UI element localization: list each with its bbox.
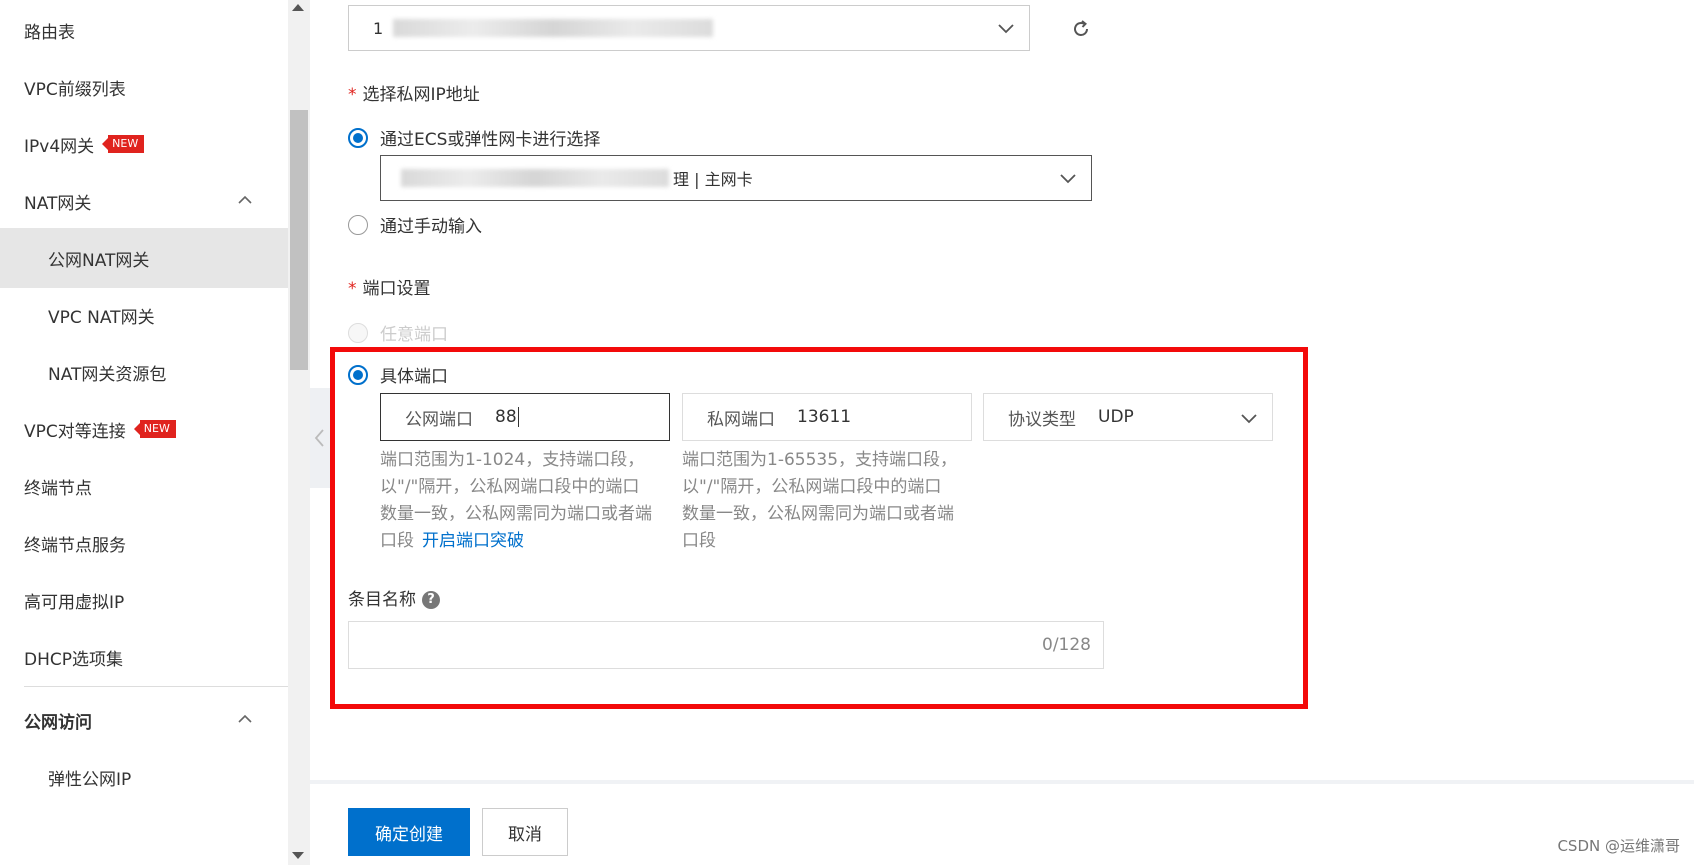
protocol-prefix: 协议类型 xyxy=(1008,409,1076,430)
sidebar-item-nat-gateway[interactable]: NAT网关 xyxy=(0,171,288,231)
port-breakthrough-link[interactable]: 开启端口突破 xyxy=(422,531,524,551)
sidebar-item-label: 终端节点服务 xyxy=(24,535,126,556)
redacted-text xyxy=(401,169,669,187)
sidebar-item-nat-resource-package[interactable]: NAT网关资源包 xyxy=(0,342,288,402)
sidebar-item-route-table[interactable]: 路由表 xyxy=(0,0,288,60)
sidebar-item-label: VPC前缀列表 xyxy=(24,79,126,100)
radio-dot[interactable] xyxy=(348,127,368,148)
radio-dot[interactable] xyxy=(348,214,368,235)
protocol-value: UDP xyxy=(1098,407,1134,427)
private-port-prefix: 私网端口 xyxy=(707,409,775,430)
sidebar-item-vpc-peering[interactable]: VPC对等连接 NEW xyxy=(0,399,288,459)
entry-name-label: 条目名称? xyxy=(348,585,440,610)
sidebar-item-label: VPC NAT网关 xyxy=(48,307,155,328)
sidebar-item-endpoint-service[interactable]: 终端节点服务 xyxy=(0,513,288,573)
sidebar-item-label: 高可用虚拟IP xyxy=(24,592,125,613)
chevron-down-icon xyxy=(1241,414,1257,424)
radio-ecs-select[interactable]: 通过ECS或弹性网卡进行选择 xyxy=(348,125,600,150)
sidebar-item-label: 路由表 xyxy=(24,22,75,43)
sidebar-item-dhcp-options[interactable]: DHCP选项集 xyxy=(0,627,288,687)
radio-dot[interactable] xyxy=(348,364,368,385)
sidebar-divider xyxy=(24,686,288,687)
sidebar-item-havip[interactable]: 高可用虚拟IP xyxy=(0,570,288,630)
sidebar-item-ipv4-gateway[interactable]: IPv4网关 NEW xyxy=(0,114,288,174)
sidebar-item-label: NAT网关 xyxy=(24,193,92,214)
top-select-value: 1 xyxy=(373,18,384,38)
sidebar-item-public-nat-gateway[interactable]: 公网NAT网关 xyxy=(0,228,288,288)
cancel-button[interactable]: 取消 xyxy=(482,808,568,856)
eni-select[interactable]: 理 | 主网卡 xyxy=(380,155,1092,201)
sidebar-item-label: VPC对等连接 xyxy=(24,421,126,442)
radio-any-port[interactable]: 任意端口 xyxy=(348,320,448,345)
refresh-icon[interactable] xyxy=(1070,18,1092,40)
radio-label: 通过手动输入 xyxy=(380,217,482,237)
watermark: CSDN @运维潇哥 xyxy=(1557,837,1680,855)
text-caret xyxy=(517,407,519,427)
public-port-input[interactable]: 公网端口 88 xyxy=(380,393,670,441)
top-select[interactable]: 1 xyxy=(348,5,1030,51)
eni-select-value: 理 | 主网卡 xyxy=(673,170,753,189)
radio-dot[interactable] xyxy=(348,322,368,343)
radio-label: 具体端口 xyxy=(380,367,448,387)
public-port-value: 88 xyxy=(495,407,517,427)
scrollbar-thumb[interactable] xyxy=(290,110,308,370)
help-icon[interactable]: ? xyxy=(422,591,440,609)
char-counter: 0/128 xyxy=(1042,635,1091,655)
sidebar-item-endpoint[interactable]: 终端节点 xyxy=(0,456,288,516)
sidebar-item-label: NAT网关资源包 xyxy=(48,364,167,385)
sidebar-item-eip[interactable]: 弹性公网IP xyxy=(0,747,288,807)
private-port-value: 13611 xyxy=(797,407,852,427)
chevron-up-icon xyxy=(238,195,252,204)
chevron-up-icon xyxy=(238,714,252,723)
redacted-text xyxy=(393,19,714,37)
radio-specific-port[interactable]: 具体端口 xyxy=(348,362,448,387)
collapse-sidebar-toggle[interactable] xyxy=(310,388,330,488)
public-port-help: 端口范围为1-1024，支持端口段， 以"/"隔开，公私网端口段中的端口 数量一… xyxy=(380,450,652,551)
sidebar-item-label: 公网NAT网关 xyxy=(48,250,150,271)
sidebar-item-label: 终端节点 xyxy=(24,478,92,499)
sidebar-item-vpc-nat-gateway[interactable]: VPC NAT网关 xyxy=(0,285,288,345)
sidebar-item-vpc-prefix-list[interactable]: VPC前缀列表 xyxy=(0,57,288,117)
new-badge: NEW xyxy=(133,420,176,438)
sidebar-item-public-access[interactable]: 公网访问 xyxy=(0,690,288,750)
public-port-prefix: 公网端口 xyxy=(405,409,473,430)
entry-name-input[interactable]: 0/128 xyxy=(348,621,1104,669)
private-port-help: 端口范围为1-65535，支持端口段， 以"/"隔开，公私网端口段中的端口 数量… xyxy=(682,450,958,551)
scroll-down-arrow-icon[interactable] xyxy=(292,852,304,859)
confirm-create-button[interactable]: 确定创建 xyxy=(348,808,470,856)
port-settings-label: * 端口设置 xyxy=(348,279,431,299)
radio-manual-input[interactable]: 通过手动输入 xyxy=(348,212,482,237)
sidebar-item-label: 公网访问 xyxy=(24,712,92,733)
footer-separator xyxy=(310,780,1694,784)
sidebar-item-label: IPv4网关 xyxy=(24,136,95,157)
sidebar: 路由表 VPC前缀列表 IPv4网关 NEW NAT网关 公网NAT网关 VPC… xyxy=(0,0,288,865)
private-port-input[interactable]: 私网端口 13611 xyxy=(682,393,972,441)
private-ip-label: * 选择私网IP地址 xyxy=(348,85,480,105)
sidebar-item-label: 弹性公网IP xyxy=(48,769,132,790)
chevron-down-icon xyxy=(1060,174,1076,184)
sidebar-item-label: DHCP选项集 xyxy=(24,649,123,670)
scroll-up-arrow-icon[interactable] xyxy=(292,4,304,11)
chevron-left-icon xyxy=(314,429,324,447)
radio-label: 通过ECS或弹性网卡进行选择 xyxy=(380,130,601,150)
radio-label: 任意端口 xyxy=(380,325,448,345)
new-badge: NEW xyxy=(102,135,145,153)
chevron-down-icon xyxy=(998,24,1014,34)
protocol-select[interactable]: 协议类型 UDP xyxy=(983,393,1273,441)
